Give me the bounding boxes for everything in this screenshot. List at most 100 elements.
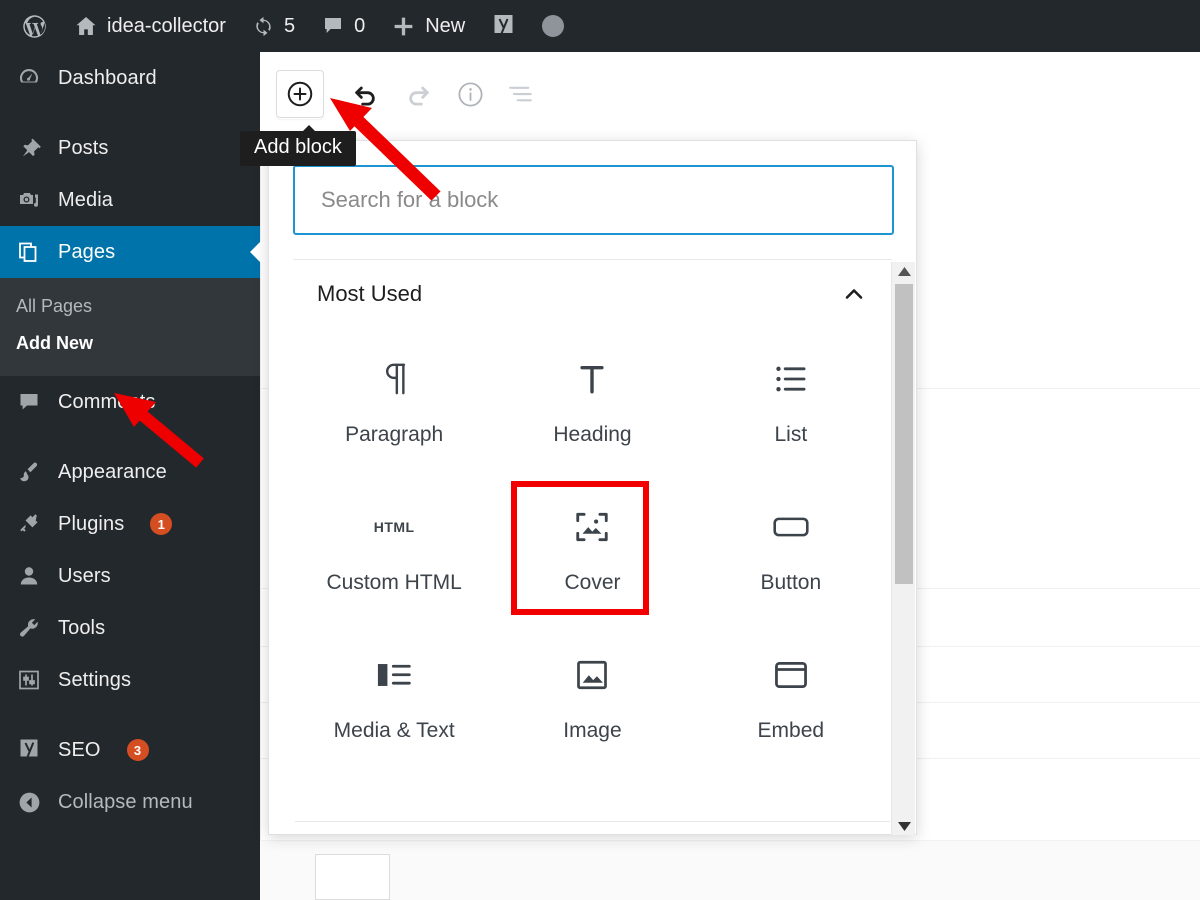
sidebar-subitem-all-pages[interactable]: All Pages: [0, 288, 260, 325]
chevron-up-icon[interactable]: [840, 280, 868, 308]
admin-bar-account[interactable]: [529, 0, 577, 52]
most-used-section-header[interactable]: Most Used: [269, 260, 916, 322]
admin-bar: idea-collector 5 0 New: [0, 0, 1200, 52]
admin-bar-site-name[interactable]: idea-collector: [61, 0, 239, 52]
sidebar-item-settings[interactable]: Settings: [0, 654, 260, 706]
user-avatar-icon: [542, 15, 565, 37]
sidebar-item-label: Appearance: [58, 460, 167, 483]
plug-icon: [16, 512, 42, 536]
sidebar-item-label: Tools: [58, 616, 106, 639]
yoast-seo-icon: [16, 737, 42, 763]
cover-icon: [573, 505, 611, 549]
sidebar-item-seo[interactable]: SEO 3: [0, 724, 260, 776]
sidebar-submenu-pages: All Pages Add New: [0, 278, 260, 376]
list-icon: [773, 357, 809, 401]
pages-icon: [16, 240, 42, 264]
plus-circle-icon: [287, 81, 313, 107]
redo-arrow-icon: [409, 86, 429, 106]
media-text-icon: [375, 653, 413, 697]
wordpress-admin-screen: Most Used Paragraph: [0, 0, 1200, 900]
editor-toolbar: [260, 52, 1200, 136]
subitem-label: Add New: [16, 333, 94, 353]
sidebar-item-dashboard[interactable]: Dashboard: [0, 52, 260, 104]
block-label: Media & Text: [333, 719, 455, 742]
yoast-seo-icon: [491, 13, 516, 39]
sidebar-item-label: Users: [58, 564, 111, 587]
admin-bar-wp-logo[interactable]: [8, 0, 61, 52]
sidebar-item-appearance[interactable]: Appearance: [0, 446, 260, 498]
wrench-icon: [16, 616, 42, 640]
block-label: List: [774, 423, 808, 446]
block-item-cover[interactable]: Cover: [493, 476, 691, 624]
block-label: Image: [563, 719, 622, 742]
site-name-label: idea-collector: [107, 14, 226, 37]
sidebar-subitem-add-new[interactable]: Add New: [0, 325, 260, 362]
sidebar-item-media[interactable]: Media: [0, 174, 260, 226]
sidebar-item-users[interactable]: Users: [0, 550, 260, 602]
new-label: New: [425, 14, 466, 37]
sidebar-item-tools[interactable]: Tools: [0, 602, 260, 654]
block-item-embed[interactable]: Embed: [692, 624, 890, 772]
admin-bar-updates[interactable]: 5: [239, 0, 308, 52]
paintbrush-icon: [16, 460, 42, 484]
content-info-button[interactable]: [446, 70, 494, 118]
block-grid: Paragraph Heading List HTML Custom HTML …: [269, 322, 916, 772]
sidebar-collapse-menu[interactable]: Collapse menu: [0, 776, 260, 828]
scroll-down-arrow-icon[interactable]: [892, 817, 916, 835]
sidebar-item-posts[interactable]: Posts: [0, 122, 260, 174]
comment-bubble-icon: [321, 14, 345, 38]
sidebar-item-comments[interactable]: Comments: [0, 376, 260, 428]
paragraph-icon: [377, 357, 411, 401]
sidebar-badge-plugins: 1: [150, 513, 173, 535]
inserter-scrollbar[interactable]: [891, 262, 915, 835]
sidebar-item-plugins[interactable]: Plugins 1: [0, 498, 260, 550]
section-title: Most Used: [317, 281, 423, 306]
collapse-arrow-icon: [16, 790, 42, 815]
block-search-wrapper: [269, 141, 916, 235]
sliders-icon: [16, 668, 42, 692]
admin-bar-comments[interactable]: 0: [308, 0, 378, 52]
block-item-paragraph[interactable]: Paragraph: [295, 328, 493, 476]
add-block-tooltip: Add block: [240, 125, 356, 166]
block-label: Cover: [564, 571, 621, 594]
editor-footer-area: [260, 840, 1200, 900]
plus-icon: [391, 14, 416, 39]
user-icon: [16, 564, 42, 588]
redo-button[interactable]: [394, 70, 442, 118]
block-item-image[interactable]: Image: [493, 624, 691, 772]
list-view-button[interactable]: [498, 70, 546, 118]
admin-sidebar: Dashboard Posts Media Pages All Pages Ad…: [0, 52, 260, 900]
sidebar-item-label: Plugins: [58, 512, 125, 535]
sidebar-badge-seo: 3: [126, 739, 149, 761]
block-item-media-text[interactable]: Media & Text: [295, 624, 493, 772]
add-block-button[interactable]: [276, 70, 324, 118]
block-label: Button: [760, 571, 822, 594]
updates-icon: [252, 15, 275, 38]
home-icon: [74, 14, 98, 38]
undo-arrow-icon: [355, 86, 375, 106]
block-search-input[interactable]: [293, 165, 894, 235]
scroll-up-arrow-icon[interactable]: [892, 262, 916, 280]
admin-bar-new[interactable]: New: [378, 0, 478, 52]
admin-bar-seo[interactable]: [478, 0, 529, 52]
sidebar-item-pages[interactable]: Pages: [0, 226, 260, 278]
scrollbar-thumb[interactable]: [895, 284, 913, 584]
block-inserter-panel: Most Used Paragraph: [268, 140, 917, 835]
sidebar-item-label: SEO: [58, 738, 101, 761]
sidebar-item-label: Settings: [58, 668, 132, 691]
sidebar-item-label: Media: [58, 188, 113, 211]
block-item-heading[interactable]: Heading: [493, 328, 691, 476]
undo-button[interactable]: [342, 70, 390, 118]
info-circle-icon: [457, 81, 483, 107]
comments-count: 0: [354, 14, 366, 37]
block-item-button[interactable]: Button: [692, 476, 890, 624]
sidebar-item-label: Comments: [58, 390, 156, 413]
block-label: Embed: [757, 719, 825, 742]
list-view-icon: [509, 86, 532, 102]
block-item-list[interactable]: List: [692, 328, 890, 476]
block-item-custom-html[interactable]: HTML Custom HTML: [295, 476, 493, 624]
dashboard-icon: [16, 66, 42, 90]
